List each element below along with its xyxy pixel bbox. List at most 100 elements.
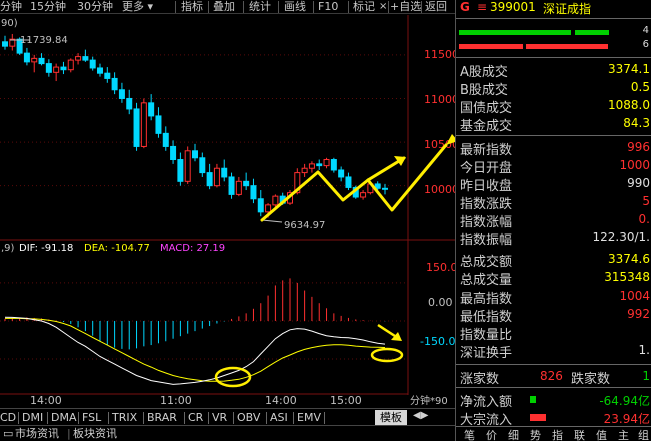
indicator-tab-emv[interactable]: EMV — [297, 411, 321, 425]
indicator-tab-cr[interactable]: CR — [188, 411, 203, 425]
breadth-count-top: 4 — [642, 25, 649, 36]
quote-row: 总成交量 315348 — [456, 268, 651, 288]
candle — [257, 190, 264, 217]
candle — [382, 183, 388, 195]
quote-row: 国债成交 1088.0 — [456, 96, 651, 116]
divider — [456, 387, 651, 388]
candle — [9, 33, 16, 51]
indicator-tab-bar: CD DMI DMA FSL TRIX BRAR CR VR OBV ASI E… — [0, 408, 455, 425]
candle — [2, 35, 8, 50]
sector-news-tab[interactable]: 板块资讯 — [73, 427, 117, 441]
candle — [126, 89, 133, 115]
time-tick-4: 15:00 — [330, 394, 362, 407]
quote-label: 总成交量 — [460, 273, 513, 288]
candle — [308, 161, 315, 173]
macd-value-label: MACD: 27.19 — [160, 243, 225, 254]
footer-tab-price[interactable]: 价 — [486, 427, 497, 441]
quote-value: 122.30/1. — [592, 230, 650, 244]
candle — [60, 61, 67, 75]
candle — [104, 67, 111, 83]
indicator-tab-dma[interactable]: DMA — [51, 411, 77, 425]
divider — [456, 135, 651, 136]
quote-label: 深证换手 — [460, 346, 513, 361]
indicator-tab-asi[interactable]: ASI — [270, 411, 288, 425]
indicator-tab-obv[interactable]: OBV — [237, 411, 260, 425]
quote-value: 1000 — [619, 158, 650, 172]
tab-separator — [47, 412, 48, 424]
macd-params-label: ,9) — [1, 243, 15, 254]
candle — [250, 178, 257, 204]
divider — [456, 364, 651, 365]
price-tick-11500: 11500 — [424, 48, 455, 61]
footer-tab-fundamental[interactable]: 势 — [530, 427, 541, 441]
market-news-tab[interactable]: 市场资讯 — [15, 427, 59, 441]
candlestick-series — [2, 33, 388, 218]
indicator-tab-trix[interactable]: TRIX — [112, 411, 137, 425]
quote-value: 1088.0 — [608, 98, 650, 112]
time-tick-2: 11:00 — [160, 394, 192, 407]
low-marker-label: 9634.97 — [284, 220, 325, 231]
footer-tab-note[interactable]: 笔 — [464, 427, 475, 441]
quote-row: B股成交 0.5 — [456, 78, 651, 98]
tab-separator — [184, 412, 185, 424]
footer-tab-main[interactable]: 主 — [618, 427, 629, 441]
footer-tab-value[interactable]: 值 — [596, 427, 607, 441]
indicator-tab-vr[interactable]: VR — [212, 411, 227, 425]
quote-row: 指数涨幅 0. — [456, 210, 651, 230]
tab-separator — [18, 412, 19, 424]
bottom-info-bar: ▭ 市场资讯 | 板块资讯 — [0, 425, 455, 441]
tab-separator: | — [67, 427, 71, 440]
quote-value: 3374.1 — [608, 62, 650, 76]
candle — [213, 163, 220, 188]
quote-label: 基金成交 — [460, 119, 513, 134]
time-tick-1: 14:00 — [30, 394, 62, 407]
indicator-tab-brar[interactable]: BRAR — [147, 411, 177, 425]
quote-row: 指数振幅 122.30/1. — [456, 228, 651, 248]
quote-value: 990 — [627, 176, 650, 190]
footer-tab-index[interactable]: 指 — [552, 427, 563, 441]
quote-row: 最高指数 1004 — [456, 287, 651, 307]
candle — [38, 53, 45, 66]
tab-separator — [208, 412, 209, 424]
candle — [221, 159, 228, 182]
candle — [345, 172, 352, 191]
candle — [338, 166, 345, 182]
candle — [206, 163, 213, 190]
up-count-value: 826 — [540, 369, 563, 383]
breadth-bar-red — [459, 44, 523, 49]
candle — [177, 152, 184, 186]
down-count-label: 跌家数 — [571, 372, 611, 387]
divider — [456, 57, 651, 58]
quote-value: 1004 — [619, 289, 650, 303]
macd-tick-150: 150.0 — [426, 261, 455, 274]
big-inflow-value: 23.94亿 — [603, 412, 650, 426]
candle — [360, 190, 367, 200]
candle — [316, 159, 323, 170]
candle — [97, 63, 103, 77]
indicator-tab-cd[interactable]: CD — [0, 411, 16, 425]
candle — [23, 47, 30, 66]
quote-header: G ≡ 399001 深证成指 — [456, 0, 651, 17]
kline-chart[interactable]: 11500 11000 10500 10000 90) 11739.84 963… — [0, 0, 455, 408]
footer-tab-related[interactable]: 联 — [574, 427, 585, 441]
macd-dif-label: DIF: -91.18 — [19, 243, 73, 254]
breadth-bar-green-2 — [575, 30, 609, 35]
tab-scroll-arrows[interactable]: ◀▶ — [413, 410, 428, 421]
indicator-tab-fsl[interactable]: FSL — [82, 411, 101, 425]
news-icon: ▭ — [3, 427, 14, 440]
trend-annotation-zigzag — [260, 143, 448, 222]
candle — [67, 58, 74, 73]
high-marker-label: 11739.84 — [20, 35, 68, 46]
menu-icon[interactable]: ≡ — [477, 0, 487, 14]
tab-separator — [108, 412, 109, 424]
indicator-tab-dmi[interactable]: DMI — [22, 411, 43, 425]
price-tick-11000: 11000 — [424, 93, 455, 106]
quote-row: 最低指数 992 — [456, 305, 651, 325]
quote-value: 1. — [638, 343, 650, 357]
candle — [330, 157, 337, 173]
template-button[interactable]: 模板 — [375, 410, 407, 425]
quote-row: 指数量比 — [456, 323, 651, 343]
macd-dea-label: DEA: -104.77 — [84, 243, 150, 254]
footer-tab-group[interactable]: 组 — [638, 427, 649, 441]
footer-tab-detail[interactable]: 细 — [508, 427, 519, 441]
